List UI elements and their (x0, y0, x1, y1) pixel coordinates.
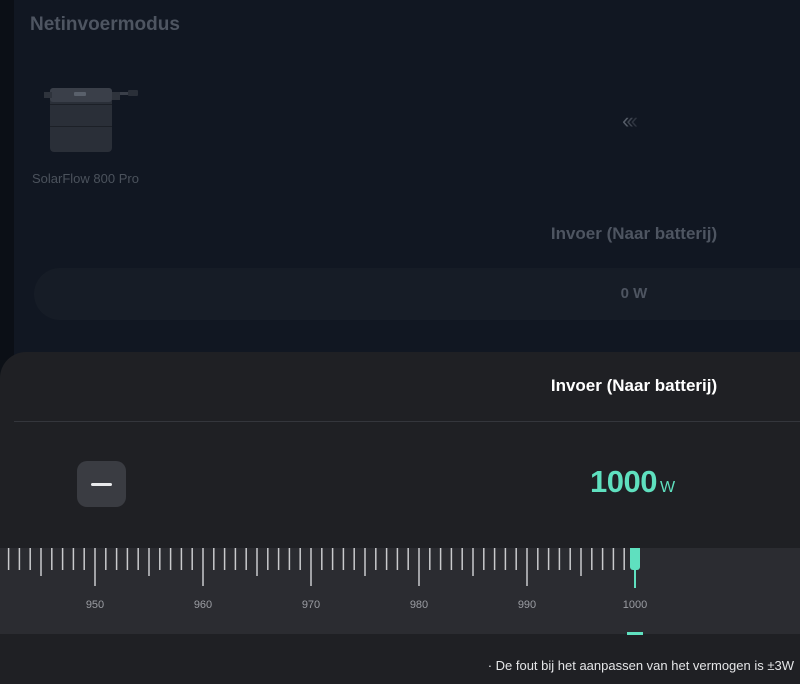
ruler-handle[interactable] (630, 548, 640, 570)
slider-indicator (627, 632, 643, 635)
footnote: · De fout bij het aanpassen van het verm… (487, 658, 794, 673)
background-input-title: Invoer (Naar batterij) (550, 224, 718, 243)
section-title: Netinvoermodus (30, 14, 180, 35)
power-value-display: 1000 W (590, 464, 675, 500)
battery-device-icon (44, 88, 138, 152)
power-value: 1000 (590, 464, 657, 499)
power-ruler-slider[interactable]: 950 960 970 980 990 1000 (0, 548, 800, 634)
ruler-graphic[interactable]: 950 960 970 980 990 1000 (0, 548, 800, 634)
background-input-value: 0 W (620, 285, 648, 302)
background-left-strip (0, 0, 14, 360)
ruler-label: 990 (518, 599, 536, 611)
ruler-label: 970 (302, 599, 320, 611)
ruler-label: 980 (410, 599, 428, 611)
ruler-label: 950 (86, 599, 104, 611)
sheet-title: Invoer (Naar batterij) (550, 376, 718, 395)
power-unit: W (659, 479, 676, 496)
input-bottom-sheet (0, 352, 800, 684)
sheet-divider (14, 421, 800, 422)
ruler-label: 960 (194, 599, 212, 611)
decrease-button[interactable] (77, 461, 126, 507)
ruler-label: 1000 (623, 599, 647, 611)
minus-icon (91, 483, 112, 486)
flow-arrows-icon: ‹‹‹ (622, 108, 638, 133)
device-label: SolarFlow 800 Pro (32, 171, 139, 186)
